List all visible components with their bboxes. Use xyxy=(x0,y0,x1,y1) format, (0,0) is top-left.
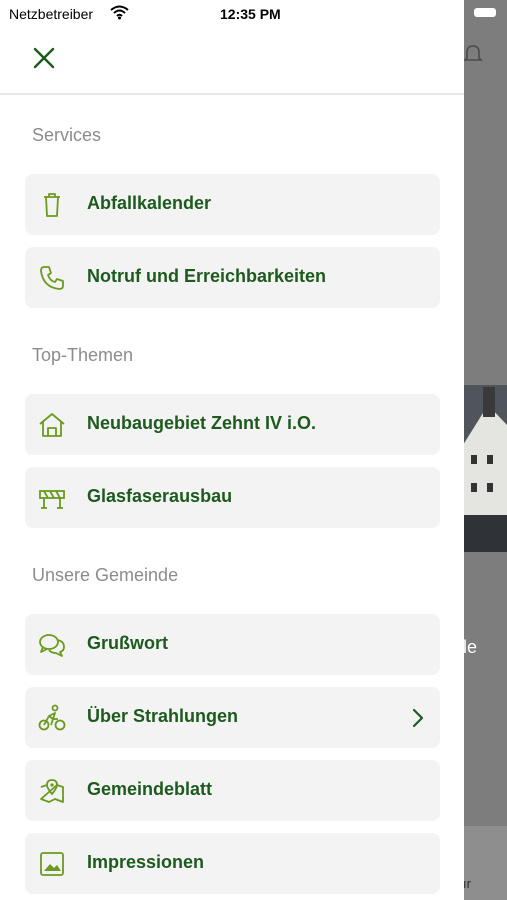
section-title-top-themen: Top-Themen xyxy=(32,345,134,365)
status-time: 12:35 PM xyxy=(220,6,281,22)
carrier-name: Netzbetreiber xyxy=(9,6,94,22)
background-notch xyxy=(474,8,496,17)
menu-item-impressionen[interactable]: Impressionen xyxy=(25,833,440,894)
navigation-drawer: Netzbetreiber 12:35 PM Services Abfallka… xyxy=(0,0,464,900)
status-bar: Netzbetreiber 12:35 PM xyxy=(0,0,464,30)
menu-item-gemeindeblatt[interactable]: Gemeindeblatt xyxy=(25,760,440,821)
bell-icon xyxy=(463,45,483,61)
menu-item-label: Impressionen xyxy=(87,852,205,872)
menu-item-notruf[interactable]: Notruf und Erreichbarkeiten xyxy=(25,247,440,308)
close-button[interactable] xyxy=(28,42,60,74)
map-pin-icon xyxy=(40,779,64,803)
background-photo xyxy=(463,385,507,552)
barrier-icon xyxy=(39,490,65,509)
menu-item-ueber-strahlungen[interactable]: Über Strahlungen xyxy=(25,687,440,748)
background-text: le xyxy=(463,637,478,657)
menu-item-label: Über Strahlungen xyxy=(87,706,239,726)
menu-item-label: Grußwort xyxy=(87,633,168,653)
menu-item-label: Neubaugebiet Zehnt IV i.O. xyxy=(87,413,317,433)
section-title-services: Services xyxy=(32,125,102,145)
menu-item-label: Glasfaserausbau xyxy=(87,486,233,506)
house-icon xyxy=(39,413,65,437)
menu-item-label: Notruf und Erreichbarkeiten xyxy=(87,266,327,286)
section-title-unsere-gemeinde: Unsere Gemeinde xyxy=(32,565,179,585)
wifi-icon xyxy=(110,5,129,20)
header-divider xyxy=(0,93,464,95)
background-tab-label: ır xyxy=(463,876,471,891)
close-icon xyxy=(33,47,55,69)
menu-item-label: Gemeindeblatt xyxy=(87,779,213,799)
phone-icon xyxy=(40,266,64,290)
chevron-right-icon xyxy=(412,708,424,728)
menu-item-abfallkalender[interactable]: Abfallkalender xyxy=(25,174,440,235)
menu-item-grusswort[interactable]: Grußwort xyxy=(25,614,440,675)
trash-icon xyxy=(44,193,60,217)
menu-item-neubaugebiet[interactable]: Neubaugebiet Zehnt IV i.O. xyxy=(25,394,440,455)
menu-item-glasfaserausbau[interactable]: Glasfaserausbau xyxy=(25,467,440,528)
menu-item-label: Abfallkalender xyxy=(87,193,212,213)
image-icon xyxy=(40,852,64,876)
cyclist-icon xyxy=(38,704,66,731)
chat-icon xyxy=(39,634,65,657)
